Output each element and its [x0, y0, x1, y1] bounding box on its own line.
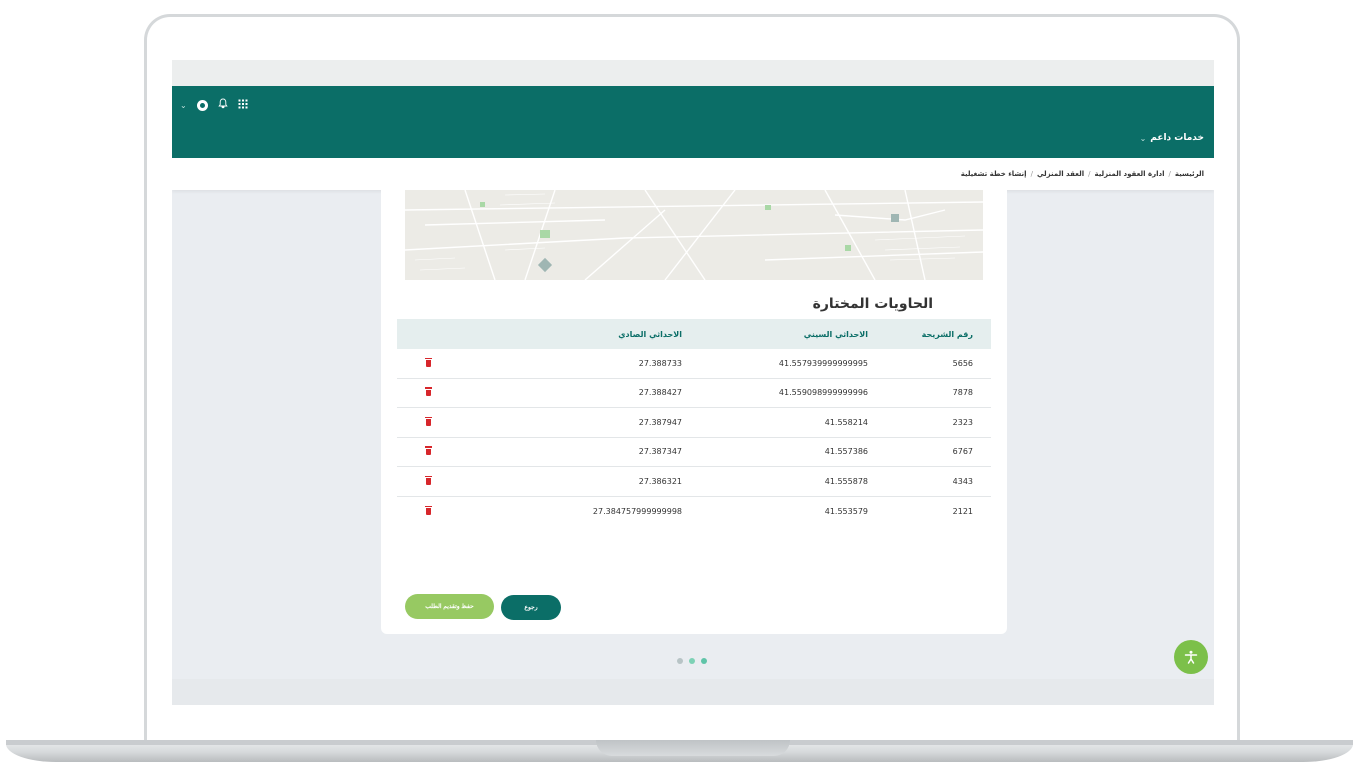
containers-table: رقم الشريحة الاحداثي السيني الاحداثي الص… [397, 319, 991, 526]
browser-top-strip [172, 60, 1214, 86]
delete-trash-icon[interactable] [425, 475, 432, 485]
cell-slice-number: 5656 [952, 358, 973, 368]
cell-y-coord: 27.386321 [638, 476, 682, 486]
cell-y-coord: 27.388733 [638, 358, 682, 368]
breadcrumb: الرئيسية / ادارة العقود المنزلية / العقد… [961, 170, 1204, 178]
cell-y-coord: 27.387347 [638, 447, 682, 457]
breadcrumb-separator: / [1030, 170, 1033, 178]
cell-y-coord: 27.384757999999998 [592, 506, 682, 516]
accessibility-icon[interactable] [1174, 640, 1208, 674]
cell-actions [397, 387, 507, 398]
step-dot [701, 658, 707, 664]
delete-trash-icon[interactable] [425, 446, 432, 456]
delete-trash-icon[interactable] [425, 505, 432, 515]
cell-y-coord: 27.388427 [638, 388, 682, 398]
step-indicator [677, 658, 707, 664]
header-slice-number: رقم الشريحة [921, 329, 973, 339]
bottom-strip [172, 679, 1214, 705]
cell-actions [397, 416, 507, 428]
cell-x-coord: 41.555878 [824, 476, 868, 486]
selected-containers-title: الحاويات المختارة [812, 296, 933, 312]
table-row: 4343 41.555878 27.386321 [397, 467, 991, 497]
app-screen: ⌄ خدمات داعم ⌄ الرئيسية / ادارة العقود ا… [172, 60, 1214, 705]
step-dot [677, 658, 683, 664]
breadcrumb-item-contracts[interactable]: ادارة العقود المنزلية [1094, 170, 1164, 178]
cell-actions [397, 505, 507, 517]
main-card: الحاويات المختارة رقم الشريحة الاحداثي ا… [381, 190, 1007, 664]
cell-y-coord: 27.387947 [638, 417, 682, 427]
breadcrumb-bar: الرئيسية / ادارة العقود المنزلية / العقد… [172, 158, 1214, 190]
step-dot [689, 658, 695, 664]
services-menu[interactable]: خدمات داعم ⌄ [1140, 133, 1204, 143]
map-view[interactable] [405, 190, 983, 280]
table-row: 6767 41.557386 27.387347 [397, 438, 991, 467]
cell-slice-number: 4343 [952, 476, 973, 486]
delete-trash-icon[interactable] [425, 357, 432, 367]
bell-icon[interactable] [218, 98, 228, 113]
laptop-notch [596, 740, 790, 756]
chevron-down-icon[interactable]: ⌄ [180, 101, 187, 110]
header-y-coord: الاحداثي الصادي [618, 329, 682, 339]
cell-actions [397, 475, 507, 487]
cell-slice-number: 2121 [952, 506, 973, 516]
cell-x-coord: 41.557939999999995 [778, 358, 868, 368]
breadcrumb-separator: / [1088, 170, 1091, 178]
header-x-coord: الاحداثي السيني [803, 329, 868, 339]
breadcrumb-item-contract[interactable]: العقد المنزلي [1037, 170, 1084, 178]
cell-slice-number: 6767 [952, 447, 973, 457]
delete-trash-icon[interactable] [425, 416, 432, 426]
table-row: 7878 41.559098999999996 27.388427 [397, 379, 991, 408]
header-icon-group: ⌄ [180, 98, 248, 113]
table-row: 2121 41.553579 27.384757999999998 [397, 497, 991, 527]
delete-trash-icon[interactable] [425, 387, 432, 397]
table-header-row: رقم الشريحة الاحداثي السيني الاحداثي الص… [397, 319, 991, 349]
save-and-submit-button[interactable]: حفظ وتقديم الطلب [405, 594, 494, 619]
apps-grid-icon[interactable] [238, 99, 248, 113]
cell-x-coord: 41.559098999999996 [778, 388, 868, 398]
cell-x-coord: 41.557386 [824, 447, 868, 457]
cell-slice-number: 2323 [952, 417, 973, 427]
laptop-base [6, 740, 1353, 762]
app-header: ⌄ خدمات داعم ⌄ [172, 86, 1214, 158]
cell-slice-number: 7878 [952, 388, 973, 398]
user-avatar-icon[interactable] [196, 100, 208, 111]
cell-actions [397, 357, 507, 369]
breadcrumb-item-home[interactable]: الرئيسية [1175, 170, 1204, 178]
services-menu-label: خدمات داعم [1150, 133, 1204, 143]
cell-x-coord: 41.558214 [824, 417, 868, 427]
back-button[interactable]: رجوع [501, 595, 561, 620]
table-row: 5656 41.557939999999995 27.388733 [397, 349, 991, 379]
cell-actions [397, 446, 507, 457]
cell-x-coord: 41.553579 [824, 506, 868, 516]
breadcrumb-separator: / [1168, 170, 1171, 178]
map-streets [405, 190, 983, 280]
chevron-down-icon: ⌄ [1139, 133, 1147, 143]
table-row: 2323 41.558214 27.387947 [397, 408, 991, 438]
breadcrumb-item-current: إنشاء خطة تشغيلية [960, 170, 1027, 178]
